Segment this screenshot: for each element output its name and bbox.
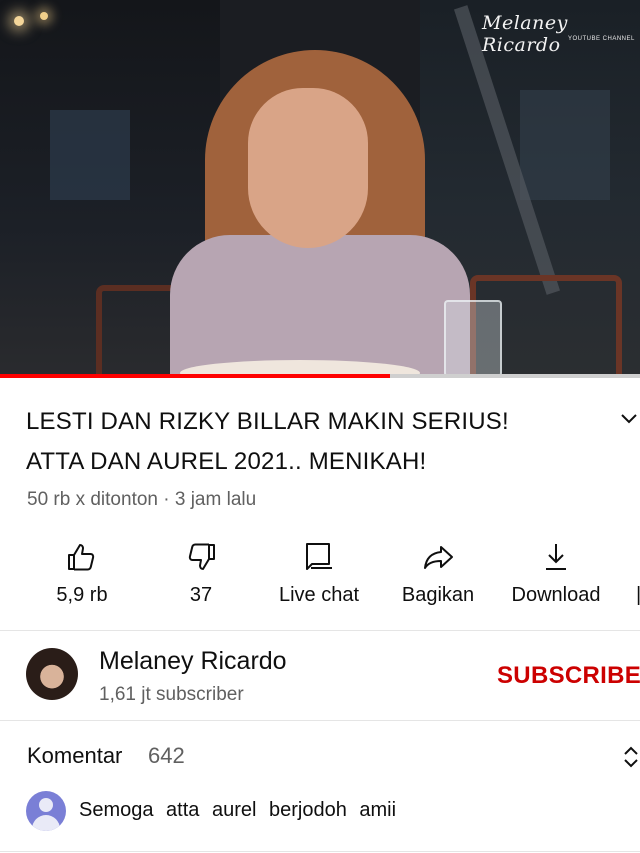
channel-watermark: Melaney Ricardo: [482, 12, 568, 56]
video-player[interactable]: Melaney Ricardo YOUTUBE CHANNEL: [0, 0, 640, 377]
video-title-line: ATTA DAN AUREL 2021.. MENIKAH!: [26, 448, 427, 475]
share-button[interactable]: Bagikan: [378, 534, 498, 618]
video-progress-fill: [0, 374, 391, 378]
channel-watermark-sub: YOUTUBE CHANNEL: [568, 36, 635, 42]
video-person-body: [170, 235, 470, 377]
like-button[interactable]: 5,9 rb: [22, 534, 142, 618]
channel-name[interactable]: Melaney Ricardo: [99, 647, 287, 676]
divider: [0, 851, 640, 852]
live-chat-button[interactable]: Live chat: [259, 534, 379, 618]
video-lamp: [14, 16, 24, 26]
top-comment-text[interactable]: Semoga atta aurel berjodoh amii: [79, 799, 396, 822]
dislike-count: 37: [189, 584, 213, 606]
chat-icon: [306, 543, 332, 570]
video-lamp: [40, 12, 48, 20]
video-title[interactable]: LESTI DAN RIZKY BILLAR MAKIN SERIUS! ATT…: [26, 402, 606, 482]
expand-collapse-icon[interactable]: [622, 743, 640, 771]
video-window: [50, 110, 130, 200]
video-window-right: [520, 90, 610, 200]
avatar-head: [39, 798, 53, 812]
divider: [0, 720, 640, 721]
comments-label[interactable]: Komentar: [27, 743, 122, 769]
action-bar: 5,9 rb 37 Live chat Bagikan Download |: [0, 534, 640, 618]
commenter-avatar[interactable]: [26, 791, 66, 831]
video-title-line: LESTI DAN RIZKY BILLAR MAKIN SERIUS!: [26, 408, 509, 435]
channel-avatar[interactable]: [26, 648, 78, 700]
download-button[interactable]: Download: [496, 534, 616, 618]
download-label: Download: [511, 584, 601, 606]
comments-count: 642: [148, 743, 185, 768]
thumbs-down-icon: [188, 543, 215, 570]
live-chat-label: Live chat: [278, 584, 360, 606]
chevron-down-icon[interactable]: [618, 408, 640, 430]
video-meta: 50 rb x ditonton · 3 jam lalu: [27, 489, 257, 510]
video-glass: [444, 300, 502, 377]
more-actions-button[interactable]: |: [612, 534, 640, 618]
video-person-face: [248, 88, 368, 248]
share-label: Bagikan: [401, 584, 475, 606]
subscriber-count: 1,61 jt subscriber: [99, 684, 244, 705]
download-icon: [546, 544, 566, 570]
thumbs-up-icon: [68, 544, 95, 571]
like-count: 5,9 rb: [56, 584, 108, 606]
subscribe-button[interactable]: SUBSCRIBE: [497, 662, 640, 690]
divider: [0, 630, 640, 631]
more-actions-label: |: [636, 584, 640, 606]
avatar-shoulders: [32, 815, 60, 831]
video-progress-bar[interactable]: [0, 374, 640, 378]
share-icon: [424, 546, 453, 569]
dislike-button[interactable]: 37: [141, 534, 261, 618]
